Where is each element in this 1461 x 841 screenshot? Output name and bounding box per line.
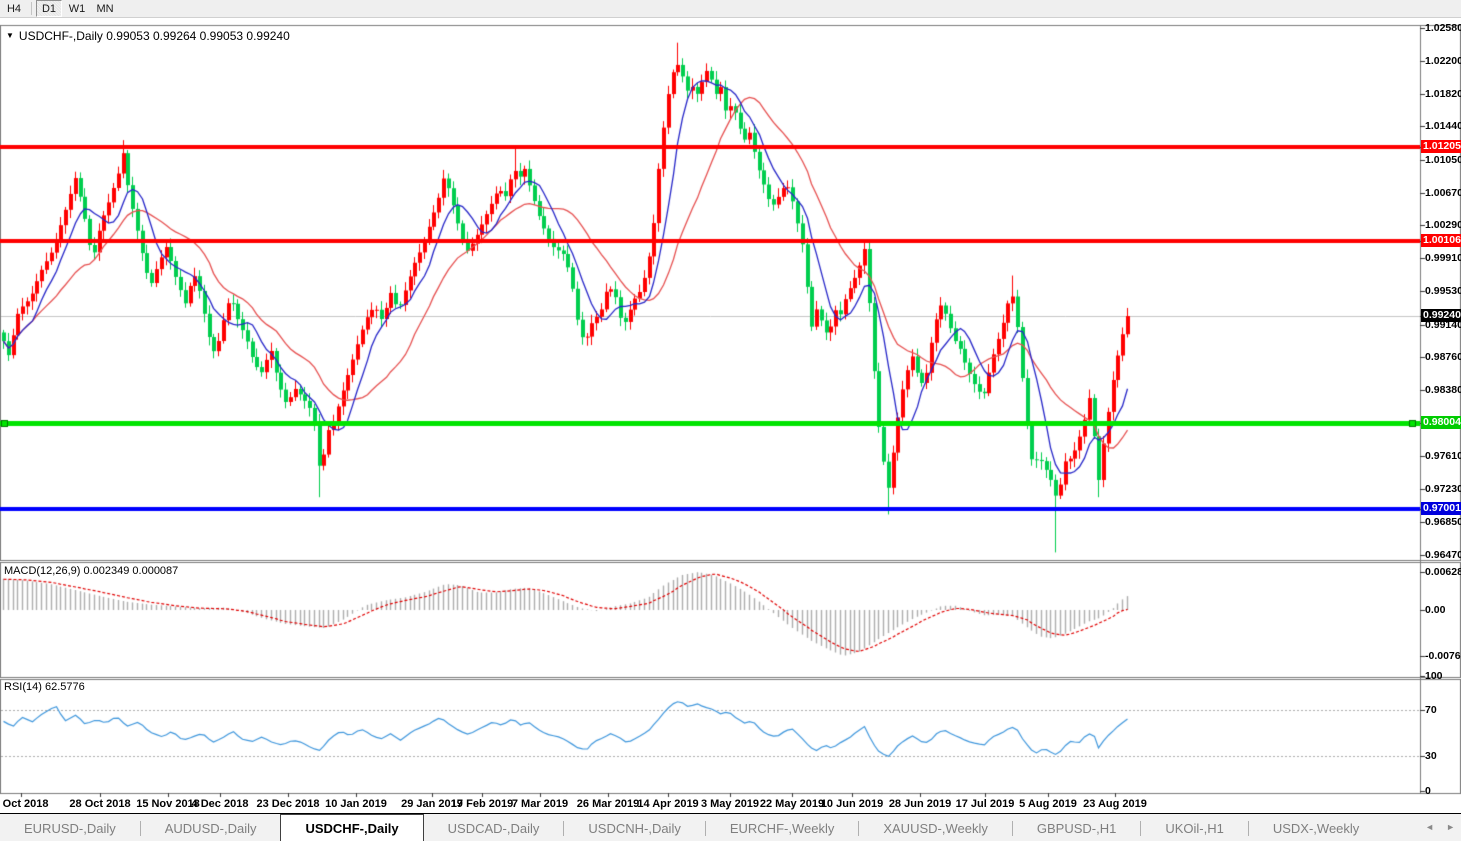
price-scale-label: 1.01820 <box>1425 88 1461 100</box>
timeframe-toolbar: H4 D1W1MN <box>0 0 1461 18</box>
date-axis-label: 4 Dec 2018 <box>192 798 249 810</box>
timeframe-button-w1[interactable]: W1 <box>64 0 90 17</box>
price-level-badge: 0.97001 <box>1421 502 1461 515</box>
price-scale-label: 1.02580 <box>1425 22 1461 34</box>
date-axis-label: 17 Jul 2019 <box>956 798 1015 810</box>
chart-tab-bar: EURUSD-,DailyAUDUSD-,DailyUSDCHF-,DailyU… <box>0 813 1461 841</box>
date-axis-label: 9 Oct 2018 <box>0 798 49 810</box>
timeframe-buttons: H4 D1W1MN <box>0 0 119 17</box>
chart-tab-eurchf-weekly[interactable]: EURCHF-,Weekly <box>706 815 859 841</box>
price-scale-label: 0.97230 <box>1425 483 1461 495</box>
chart-tab-audusd-daily[interactable]: AUDUSD-,Daily <box>141 815 281 841</box>
date-axis-label: 15 Nov 2018 <box>136 798 200 810</box>
tab-scroll-right-icon[interactable]: ► <box>1446 822 1455 832</box>
date-axis-label: 28 Jun 2019 <box>889 798 951 810</box>
chart-header-ohlc: USDCHF-,Daily 0.99053 0.99264 0.99053 0.… <box>19 29 290 43</box>
chart-tab-usdcad-daily[interactable]: USDCAD-,Daily <box>424 815 564 841</box>
macd-scale-label: -0.00762 <box>1425 650 1461 662</box>
date-axis-label: 23 Aug 2019 <box>1083 798 1147 810</box>
chevron-down-icon[interactable]: ▼ <box>6 32 14 40</box>
chart-tab-usdchf-daily[interactable]: USDCHF-,Daily <box>280 814 423 841</box>
price-scale-label: 1.00670 <box>1425 187 1461 199</box>
macd-scale-label: 0.00 <box>1425 604 1445 616</box>
chart-tab-usdx-weekly[interactable]: USDX-,Weekly <box>1249 815 1383 841</box>
price-level-badge: 0.98004 <box>1421 416 1461 429</box>
timeframe-button-mn[interactable]: MN <box>92 0 118 17</box>
date-axis-label: 3 May 2019 <box>701 798 759 810</box>
price-scale-label: 0.99530 <box>1425 285 1461 297</box>
date-axis-label: 23 Dec 2018 <box>257 798 320 810</box>
price-level-badge: 0.99240 <box>1421 309 1461 322</box>
macd-indicator-label: MACD(12,26,9) 0.002349 0.000087 <box>4 565 178 577</box>
timeframe-button-h4[interactable]: H4 <box>1 0 27 17</box>
tab-scroll-left-icon[interactable]: ◄ <box>1425 822 1434 832</box>
price-scale-label: 1.01440 <box>1425 120 1461 132</box>
date-axis-label: 10 Jun 2019 <box>821 798 883 810</box>
date-axis-label: 14 Apr 2019 <box>637 798 698 810</box>
rsi-scale-label: 30 <box>1425 750 1437 762</box>
date-axis-label: 5 Aug 2019 <box>1019 798 1077 810</box>
rsi-scale-label: 0 <box>1425 785 1431 797</box>
price-level-badge: 1.01205 <box>1421 140 1461 153</box>
price-scale-label: 1.00290 <box>1425 219 1461 231</box>
trading-platform-window: H4 D1W1MN ▼ USDCHF-,Daily 0.99053 0.99264… <box>0 0 1461 841</box>
timeframe-button-d1[interactable]: D1 <box>36 0 62 17</box>
toolbar-separator <box>31 2 32 15</box>
chart-tab-usdcnh-daily[interactable]: USDCNH-,Daily <box>564 815 704 841</box>
macd-scale-label: 0.006286 <box>1425 566 1461 578</box>
date-axis-label: 7 Mar 2019 <box>512 798 568 810</box>
rsi-scale-label: 100 <box>1425 670 1443 682</box>
date-axis-label: 22 May 2019 <box>760 798 824 810</box>
date-axis-label: 28 Oct 2018 <box>69 798 130 810</box>
chart-tab-ukoil-h1[interactable]: UKOil-,H1 <box>1141 815 1248 841</box>
price-scale-label: 0.96470 <box>1425 549 1461 561</box>
rsi-scale-label: 70 <box>1425 704 1437 716</box>
tab-scroll-arrows: ◄ ► <box>1425 822 1455 832</box>
chart-canvas[interactable] <box>0 0 1461 841</box>
date-axis-label: 17 Feb 2019 <box>451 798 513 810</box>
price-scale-label: 0.98760 <box>1425 351 1461 363</box>
tabs: EURUSD-,DailyAUDUSD-,DailyUSDCHF-,DailyU… <box>0 814 1383 841</box>
chart-header: ▼ USDCHF-,Daily 0.99053 0.99264 0.99053 … <box>6 29 290 43</box>
price-scale-label: 0.97610 <box>1425 450 1461 462</box>
date-axis-label: 26 Mar 2019 <box>577 798 639 810</box>
price-scale-label: 0.98380 <box>1425 384 1461 396</box>
chart-tab-xauusd-weekly[interactable]: XAUUSD-,Weekly <box>859 815 1012 841</box>
price-level-badge: 1.00106 <box>1421 234 1461 247</box>
date-axis-label: 10 Jan 2019 <box>325 798 387 810</box>
rsi-indicator-label: RSI(14) 62.5776 <box>4 681 85 693</box>
price-scale-label: 1.01050 <box>1425 154 1461 166</box>
price-scale-label: 1.02200 <box>1425 55 1461 67</box>
price-scale-label: 0.96850 <box>1425 516 1461 528</box>
chart-tab-eurusd-daily[interactable]: EURUSD-,Daily <box>0 815 140 841</box>
chart-tab-gbpusd-h1[interactable]: GBPUSD-,H1 <box>1013 815 1140 841</box>
price-scale-label: 0.99910 <box>1425 252 1461 264</box>
